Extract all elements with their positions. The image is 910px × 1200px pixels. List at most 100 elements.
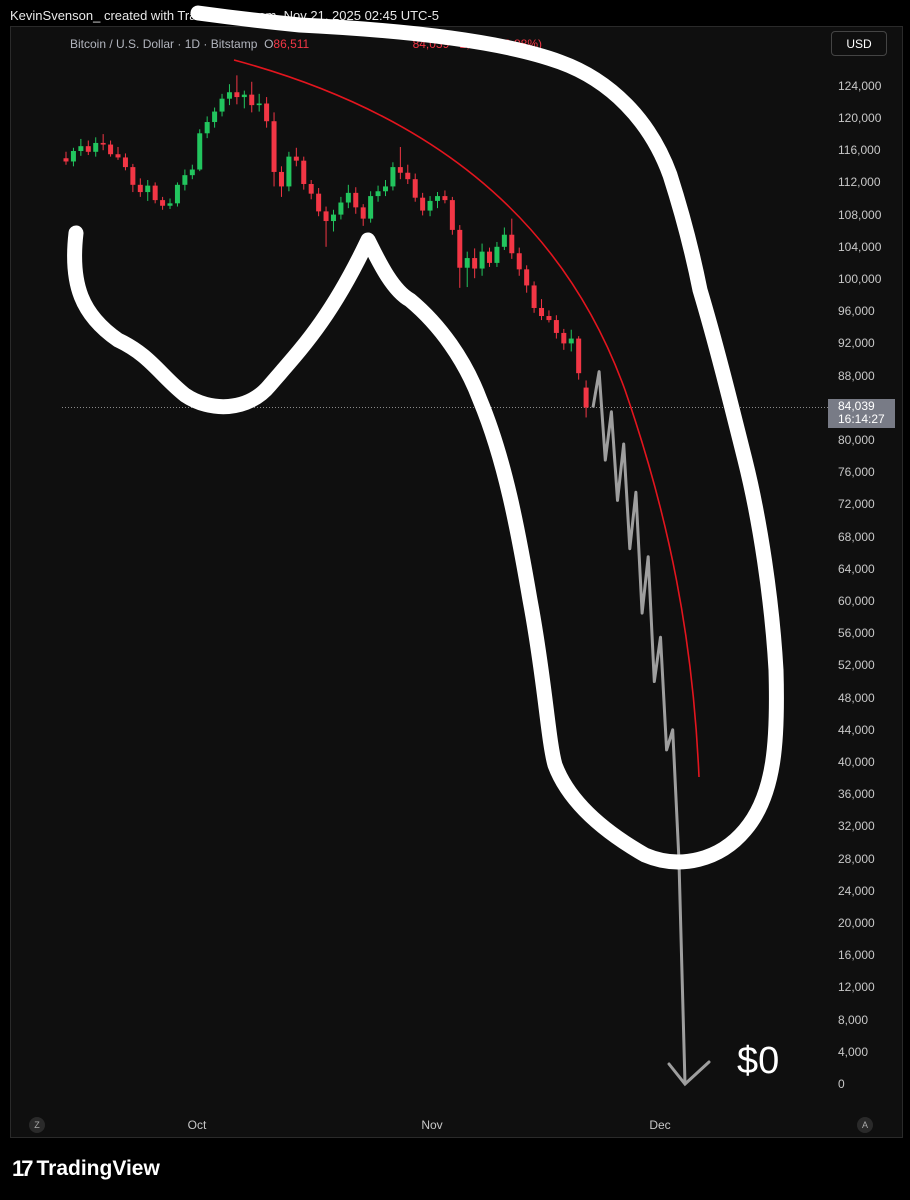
candle-body (524, 269, 530, 286)
candle-body (412, 179, 418, 198)
candle-body (308, 184, 314, 194)
candle-body (390, 167, 396, 187)
candle-body (330, 214, 336, 222)
candle-body (353, 192, 359, 208)
y-tick-label: 4,000 (838, 1044, 869, 1059)
candle-body (316, 193, 322, 212)
y-tick-label: 36,000 (838, 787, 875, 802)
y-tick-label: 24,000 (838, 883, 875, 898)
candle-body (160, 200, 166, 206)
x-tick-label: Dec (649, 1118, 671, 1132)
candle-body (271, 121, 277, 172)
candle-body (435, 196, 440, 201)
candle-body (553, 320, 559, 333)
last-price-tag: 84,039 16:14:27 (828, 399, 895, 428)
candle-body (145, 185, 151, 193)
candle-body (561, 332, 567, 344)
candle-body (108, 144, 114, 155)
candle-body (226, 92, 232, 99)
candle-body (546, 316, 552, 321)
candle-body (286, 156, 292, 187)
candle-body (212, 111, 218, 123)
candle-body (182, 175, 188, 185)
y-tick-label: 52,000 (838, 658, 875, 673)
candle-body (115, 154, 121, 158)
candle-body (382, 186, 388, 192)
candle-body (509, 234, 515, 254)
countdown-value: 16:14:27 (838, 412, 885, 426)
y-tick-label: 92,000 (838, 336, 875, 351)
candle-body (494, 246, 500, 263)
x-tick-label: Oct (187, 1118, 207, 1132)
y-tick-label: 44,000 (838, 722, 875, 737)
candle-body (189, 169, 195, 176)
candles-group (63, 75, 589, 418)
candle-body (278, 171, 284, 187)
candle-body (219, 98, 225, 112)
y-tick-label: 48,000 (838, 690, 875, 705)
y-tick-label: 108,000 (838, 207, 882, 222)
candle-body (576, 338, 582, 374)
candle-body (197, 133, 203, 170)
y-tick-label: 56,000 (838, 626, 875, 641)
candle-body (234, 92, 240, 98)
y-tick-label: 68,000 (838, 529, 875, 544)
candle-body (442, 196, 448, 201)
y-tick-label: 60,000 (838, 594, 875, 608)
y-tick-label: 100,000 (838, 272, 882, 286)
price-chart (62, 5, 828, 1087)
auto-scale-z-button[interactable]: Z (29, 1117, 45, 1133)
y-tick-label: 96,000 (838, 304, 875, 319)
candle-body (249, 94, 255, 106)
candle-body (137, 184, 143, 193)
candle-body (264, 103, 270, 122)
y-tick-label: 120,000 (838, 111, 882, 125)
candle-body (345, 192, 351, 203)
candle-body (501, 234, 507, 247)
y-tick-label: 20,000 (838, 916, 875, 930)
projection-path (591, 370, 687, 1085)
candle-body (241, 94, 247, 98)
candle-body (472, 258, 478, 269)
candle-body (63, 158, 69, 162)
candle-body (93, 142, 99, 152)
candle-body (360, 207, 366, 219)
x-tick-label: Nov (421, 1118, 443, 1132)
y-tick-label: 72,000 (838, 497, 875, 512)
target-zero-label: $0 (737, 1040, 780, 1082)
candle-body (368, 196, 374, 219)
candle-body (323, 211, 329, 222)
candle-body (397, 167, 403, 173)
candle-body (479, 251, 485, 269)
candle-body (122, 157, 128, 168)
brand-name: TradingView (36, 1157, 160, 1180)
y-tick-label: 28,000 (838, 851, 875, 866)
candle-body (85, 146, 91, 152)
candle-body (130, 167, 136, 185)
y-tick-label: 116,000 (838, 143, 881, 158)
candle-body (256, 103, 262, 106)
candle-body (301, 160, 307, 185)
candle-body (167, 203, 173, 206)
candle-body (293, 156, 299, 161)
y-tick-label: 8,000 (838, 1012, 869, 1027)
y-tick-label: 76,000 (838, 465, 875, 480)
auto-scale-a-button[interactable]: A (857, 1117, 873, 1133)
candle-body (70, 151, 76, 162)
y-tick-label: 32,000 (838, 819, 875, 834)
y-tick-label: 104,000 (838, 239, 882, 254)
candle-body (487, 251, 493, 263)
candle-body (464, 258, 470, 268)
y-tick-label: 88,000 (838, 368, 875, 383)
y-tick-label: 124,000 (838, 78, 882, 93)
candle-body (204, 122, 210, 134)
tradingview-logo-icon: 17 (12, 1156, 34, 1181)
y-tick-label: 112,000 (838, 175, 881, 190)
tradingview-logo: 17 TradingView (12, 1156, 160, 1182)
candle-body (338, 202, 344, 215)
candle-body (405, 172, 411, 180)
candle-body (531, 285, 537, 308)
candle-body (375, 191, 381, 197)
candle-body (420, 197, 426, 211)
candle-body (427, 200, 433, 211)
